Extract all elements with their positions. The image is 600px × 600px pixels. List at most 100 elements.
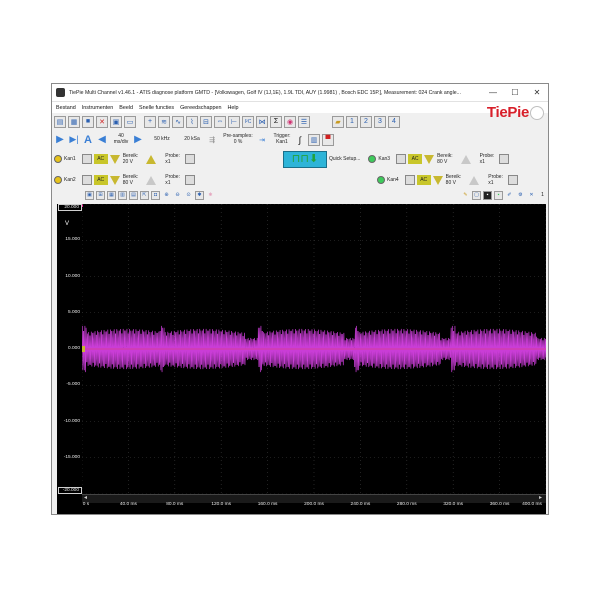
trigger-readout[interactable]: Trigger: Kan1 <box>270 133 294 145</box>
channel-2-probe[interactable]: Probe: x1 <box>165 174 180 186</box>
scope-fit-icon[interactable]: ▣ <box>85 190 94 200</box>
scope-camera-icon[interactable]: ◘ <box>151 190 160 200</box>
channel-2-range[interactable]: Bereik: 80 V <box>123 174 139 186</box>
zoom-fit-icon[interactable]: ⇔ <box>214 115 226 128</box>
scope-layout-icon[interactable]: ▥ <box>118 190 127 200</box>
channel-2-ac-button[interactable]: AC <box>93 175 108 185</box>
scope-export-icon[interactable]: ⇱ <box>140 190 149 200</box>
channel-2-coupling-icon[interactable] <box>81 175 92 185</box>
channel-3-settings-icon[interactable] <box>499 154 510 164</box>
channel-4-probe[interactable]: Probe: x1 <box>488 174 503 186</box>
channel-1-range-down-icon[interactable] <box>109 154 120 164</box>
scope-cursor-icon[interactable]: ⊞ <box>96 190 105 200</box>
scope-grid-icon[interactable]: ▦ <box>107 190 116 200</box>
menu-snelle-functies[interactable]: Snelle functies <box>139 105 174 111</box>
channel-2-button[interactable]: Kan2 <box>54 176 76 184</box>
close-button[interactable]: ✕ <box>526 88 548 97</box>
trigger-edge-icon[interactable]: ∫ <box>294 134 306 146</box>
layers-icon[interactable]: ☰ <box>298 115 310 128</box>
scope-compare-icon[interactable]: ⚛ <box>206 191 215 200</box>
auto-icon[interactable]: A <box>82 134 94 146</box>
sigma-icon[interactable]: Σ <box>270 115 282 128</box>
minimize-button[interactable]: — <box>482 88 504 97</box>
scope-zoom-out-icon[interactable]: ⊖ <box>173 191 182 200</box>
scope-tool-icon[interactable]: ⚙ <box>516 191 525 200</box>
channel-4-range[interactable]: Bereik: 80 V <box>446 174 462 186</box>
folder-icon[interactable]: ▰ <box>332 115 344 128</box>
channel-1-ac-button[interactable]: AC <box>93 154 108 164</box>
color-settings-icon[interactable]: ◉ <box>284 115 296 128</box>
scroll-right-icon[interactable]: ▸ <box>539 494 542 501</box>
channel-1-settings-icon[interactable] <box>184 154 195 164</box>
scope-note-icon[interactable]: ✎ <box>461 191 470 200</box>
menu-gereedschappen[interactable]: Gereedschappen <box>180 105 221 111</box>
timebase-increase-icon[interactable]: ▶ <box>132 134 144 146</box>
scope-zoom-in-icon[interactable]: ⊕ <box>162 191 171 200</box>
open-file-icon[interactable]: ▤ <box>54 115 66 128</box>
pre-samples-readout[interactable]: Pre-samples: 0 % <box>220 133 256 145</box>
scope-image-icon[interactable]: ▪ <box>483 190 492 200</box>
timebase-decrease-icon[interactable]: ◀ <box>96 134 108 146</box>
channel-2-settings-icon[interactable] <box>184 175 195 185</box>
ruler-icon[interactable]: ⊢ <box>228 115 240 128</box>
channel-3-probe[interactable]: Probe: x1 <box>480 153 495 165</box>
channel-3-coupling-icon[interactable] <box>396 154 407 164</box>
layout-2-icon[interactable]: 2 <box>360 115 372 128</box>
sample-rate[interactable]: 50 kHz <box>146 136 178 143</box>
scope-number-icon[interactable]: 1 <box>538 191 547 200</box>
scope-info-icon[interactable]: ▢ <box>472 190 481 200</box>
channel-4-ac-button[interactable]: AC <box>416 175 431 185</box>
y-tick-label[interactable]: 20.000 <box>58 204 82 211</box>
single-run-icon[interactable]: ▶| <box>68 134 80 146</box>
layout-1-icon[interactable]: 1 <box>346 115 358 128</box>
disk-icon[interactable]: ■ <box>82 115 94 128</box>
trigger-level-marker[interactable] <box>82 346 85 352</box>
record-length[interactable]: 20 kSa <box>178 136 206 143</box>
layout-3-icon[interactable]: 3 <box>374 115 386 128</box>
trigger-settings-icon[interactable]: ▥ <box>308 133 320 146</box>
channel-3-button[interactable]: Kan3 <box>368 155 390 163</box>
run-icon[interactable]: ▶ <box>54 134 66 146</box>
channel-1-probe[interactable]: Probe: x1 <box>165 153 180 165</box>
scope-close-icon[interactable]: ✕ <box>527 191 536 200</box>
channel-1-range[interactable]: Bereik: 20 V <box>123 153 139 165</box>
channel-2-range-up-icon[interactable] <box>146 175 157 185</box>
channel-4-button[interactable]: Kan4 <box>376 176 399 184</box>
instrument-icon[interactable]: ≋ <box>158 115 170 128</box>
pre-samples-icon[interactable]: ⇶ <box>206 134 218 146</box>
scroll-left-icon[interactable]: ◂ <box>84 494 87 501</box>
channel-3-range-down-icon[interactable] <box>424 154 435 164</box>
menu-bestand[interactable]: Bestand <box>56 105 76 111</box>
channel-3-range-up-icon[interactable] <box>460 154 471 164</box>
channel-1-coupling-icon[interactable] <box>81 154 92 164</box>
channel-1-button[interactable]: Kan1 <box>54 155 76 163</box>
channel-1-range-up-icon[interactable] <box>146 154 157 164</box>
menu-instrumenten[interactable]: Instrumenten <box>82 105 113 111</box>
scope-zoom-reset-icon[interactable]: ⊙ <box>184 191 193 200</box>
scope-color-icon[interactable]: ▪ <box>494 190 503 200</box>
meter-icon[interactable]: ⊟ <box>200 115 212 128</box>
print-icon[interactable]: ▭ <box>124 115 136 128</box>
scope-pen-icon[interactable]: ✐ <box>505 191 514 200</box>
add-instrument-icon[interactable]: + <box>144 115 156 128</box>
menu-beeld[interactable]: Beeld <box>119 105 133 111</box>
channel-2-range-down-icon[interactable] <box>109 175 120 185</box>
scope-display[interactable]: V 20.000 15.000 10.000 5.000 0.000 -5.000 -10.… <box>57 204 546 514</box>
quick-setup-button[interactable]: ⊓⊓⬇ Quick Setup... <box>282 150 360 168</box>
spectrum-icon[interactable]: ⌇ <box>186 115 198 128</box>
trigger-color-icon[interactable]: ▀ <box>322 133 334 146</box>
scope-table-icon[interactable]: ▤ <box>129 190 138 200</box>
report-icon[interactable]: ▣ <box>110 115 122 128</box>
save-file-icon[interactable]: ▦ <box>68 115 80 128</box>
menu-help[interactable]: Help <box>227 105 238 111</box>
delete-icon[interactable]: ✕ <box>96 115 108 128</box>
channel-3-range[interactable]: Bereik: 80 V <box>437 153 453 165</box>
channel-3-ac-button[interactable]: AC <box>408 154 423 164</box>
maximize-button[interactable]: ☐ <box>504 88 526 97</box>
channel-4-coupling-icon[interactable] <box>404 175 415 185</box>
i2c-icon[interactable]: I²C <box>242 115 254 128</box>
trigger-source-icon[interactable]: ⇥ <box>256 134 268 146</box>
waveform-plot[interactable] <box>82 204 546 494</box>
layout-4-icon[interactable]: 4 <box>388 115 400 128</box>
channel-4-range-up-icon[interactable] <box>469 175 480 185</box>
